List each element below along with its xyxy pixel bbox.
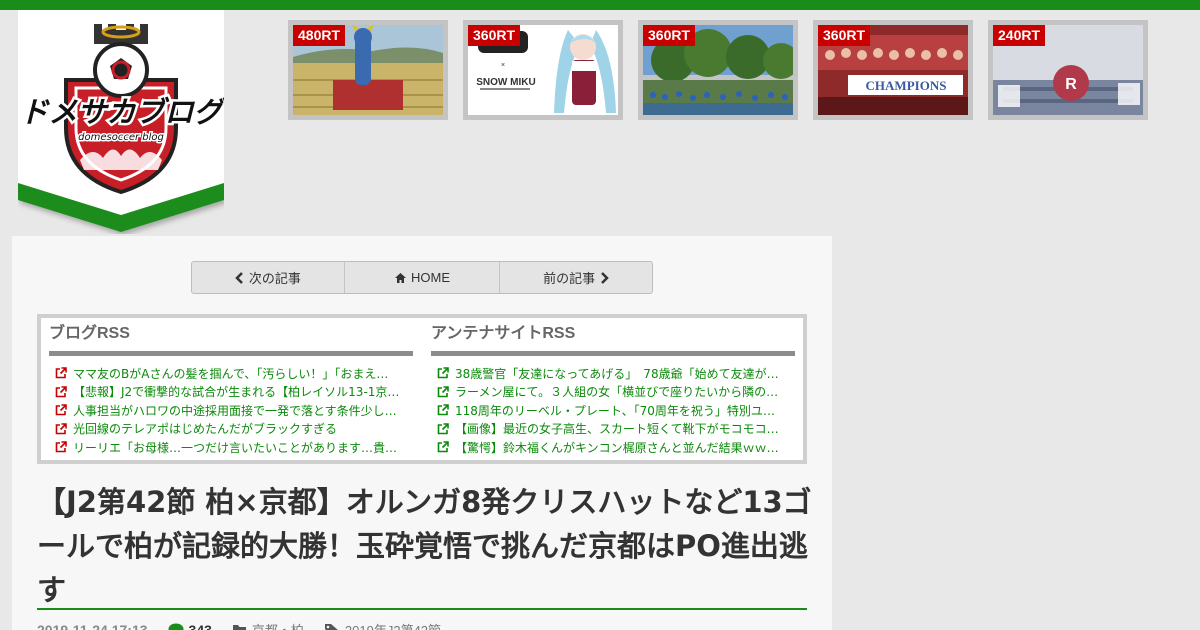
chevron-right-icon [601, 271, 609, 284]
article-meta: 2019-11-24 17:13 343 京都・柏 2019年J2第42節 [37, 620, 441, 630]
external-link-icon [437, 367, 449, 379]
rss-item[interactable]: 118周年のリーベル・プレート、「70周年を祝う」特別ユニ… [431, 401, 795, 420]
next-article-button[interactable]: 次の記事 [192, 262, 345, 293]
rss-item-title: ラーメン屋にて。３人組の女「横並びで座りたいから隣の… [455, 385, 779, 400]
thumbnail-2[interactable]: 360RT Con × SNOW MIKU [463, 20, 623, 120]
rss-item-title: 38歳警官「友達になってあげる」 78歳爺「始めて友達が… [455, 366, 779, 381]
logo-subtext: domesoccer blog [78, 132, 164, 143]
home-button[interactable]: HOME [345, 262, 501, 293]
title-divider [37, 608, 807, 610]
rss-item[interactable]: ママ友のBがAさんの髪を掴んで、「汚らしい！」「おまえ… [49, 364, 413, 383]
folder-icon [232, 625, 246, 630]
chevron-left-icon [235, 271, 243, 284]
external-link-icon [55, 441, 67, 453]
article-pager: 次の記事 HOME 前の記事 [191, 261, 653, 294]
tag[interactable]: 2019年J2第42節 [324, 620, 441, 630]
article-title: 【J2第42節 柏×京都】オルンガ8発クリスハットなど13ゴールで柏が記録的大勝… [37, 485, 812, 607]
comment-icon [168, 623, 184, 630]
post-date: 2019-11-24 17:13 [37, 621, 148, 630]
rss-item-title: 人事担当がハロワの中途採用面接で一発で落とす条件少し… [73, 403, 397, 418]
thumbnail-4[interactable]: 360RT CHAMPIONS [813, 20, 973, 120]
external-link-icon [437, 441, 449, 453]
next-article-label: 次の記事 [248, 271, 301, 286]
thumbnail-1[interactable]: 480RT [288, 20, 448, 120]
comment-count-value: 343 [188, 621, 212, 630]
category-label: 京都・柏 [252, 620, 304, 630]
category[interactable]: 京都・柏 [232, 620, 304, 630]
site-logo[interactable]: ドメサカブログ domesoccer blog [18, 10, 224, 234]
rt-badge: 480RT [293, 25, 346, 46]
home-icon [395, 272, 406, 283]
home-label: HOME [411, 270, 450, 285]
tag-icon [324, 623, 339, 630]
external-link-icon [55, 367, 67, 379]
external-link-icon [55, 385, 67, 398]
article-panel: 次の記事 HOME 前の記事 ブログRSS ママ友のBがAさんの髪を掴んで、「汚… [12, 236, 832, 630]
svg-text:R: R [1065, 76, 1077, 93]
svg-text:SNOW MIKU: SNOW MIKU [476, 77, 535, 88]
rss-item[interactable]: 【悲報】J2で衝撃的な試合が生まれる【柏レイソル13-1京… [49, 383, 413, 402]
svg-text:×: × [501, 62, 505, 69]
rss-box: ブログRSS ママ友のBがAさんの髪を掴んで、「汚らしい！」「おまえ… 【悲報】J… [37, 314, 807, 464]
external-link-icon [55, 422, 67, 435]
rt-badge: 360RT [818, 25, 871, 46]
rss-item[interactable]: 【驚愕】鈴木福くんがキンコン梶原さんと並んだ結果ｗｗ… [431, 438, 795, 456]
rss-item[interactable]: ラーメン屋にて。３人組の女「横並びで座りたいから隣の… [431, 383, 795, 402]
external-link-icon [437, 422, 449, 435]
rt-badge: 240RT [993, 25, 1046, 46]
top-accent-bar [0, 0, 1200, 10]
rss-item-title: 【画像】最近の女子高生、スカート短くて靴下がモコモコ… [455, 422, 779, 437]
blog-rss: ブログRSS ママ友のBがAさんの髪を掴んで、「汚らしい！」「おまえ… 【悲報】J… [49, 324, 413, 456]
rss-item[interactable]: 【画像】最近の女子高生、スカート短くて靴下がモコモコ… [431, 420, 795, 439]
rt-badge: 360RT [643, 25, 696, 46]
rss-item-title: 【悲報】J2で衝撃的な試合が生まれる【柏レイソル13-1京… [73, 385, 400, 400]
thumbnail-5[interactable]: 240RT R [988, 20, 1148, 120]
antenna-rss: アンテナサイトRSS 38歳警官「友達になってあげる」 78歳爺「始めて友達が…… [431, 324, 795, 456]
antenna-rss-list[interactable]: 38歳警官「友達になってあげる」 78歳爺「始めて友達が… ラーメン屋にて。３人組… [431, 364, 795, 456]
prev-article-label: 前の記事 [543, 271, 596, 286]
rss-item-title: 光回線のテレアポはじめたんだがブラックすぎる [73, 422, 338, 437]
rss-item-title: 118周年のリーベル・プレート、「70周年を祝う」特別ユニ… [455, 403, 785, 418]
rss-item[interactable]: 38歳警官「友達になってあげる」 78歳爺「始めて友達が… [431, 364, 795, 383]
external-link-icon [437, 404, 449, 416]
svg-text:CHAMPIONS: CHAMPIONS [866, 78, 947, 93]
rss-item[interactable]: 光回線のテレアポはじめたんだがブラックすぎる [49, 420, 413, 439]
rss-item-title: ママ友のBがAさんの髪を掴んで、「汚らしい！」「おまえ… [73, 366, 389, 381]
external-link-icon [437, 385, 449, 398]
rss-item-title: 【驚愕】鈴木福くんがキンコン梶原さんと並んだ結果ｗｗ… [455, 440, 779, 455]
rss-item[interactable]: 人事担当がハロワの中途採用面接で一発で落とす条件少し… [49, 401, 413, 420]
rss-item[interactable]: リーリエ「お母様…一つだけ言いたいことがあります…貴方… [49, 438, 413, 456]
comment-count[interactable]: 343 [168, 622, 212, 630]
popular-thumbnails: 480RT 360RT Con × SNOW MIKU [288, 20, 1148, 120]
rt-badge: 360RT [468, 25, 521, 46]
rss-item-title: リーリエ「お母様…一つだけ言いたいことがあります…貴方… [73, 440, 403, 455]
logo-text: ドメサカブログ [19, 95, 224, 129]
external-link-icon [55, 404, 67, 416]
antenna-rss-title: アンテナサイトRSS [431, 324, 795, 356]
thumbnail-3[interactable]: 360RT [638, 20, 798, 120]
tag-label: 2019年J2第42節 [345, 620, 441, 630]
blog-rss-list[interactable]: ママ友のBがAさんの髪を掴んで、「汚らしい！」「おまえ… 【悲報】J2で衝撃的な試… [49, 364, 413, 456]
blog-rss-title: ブログRSS [49, 324, 413, 356]
prev-article-button[interactable]: 前の記事 [500, 262, 652, 293]
